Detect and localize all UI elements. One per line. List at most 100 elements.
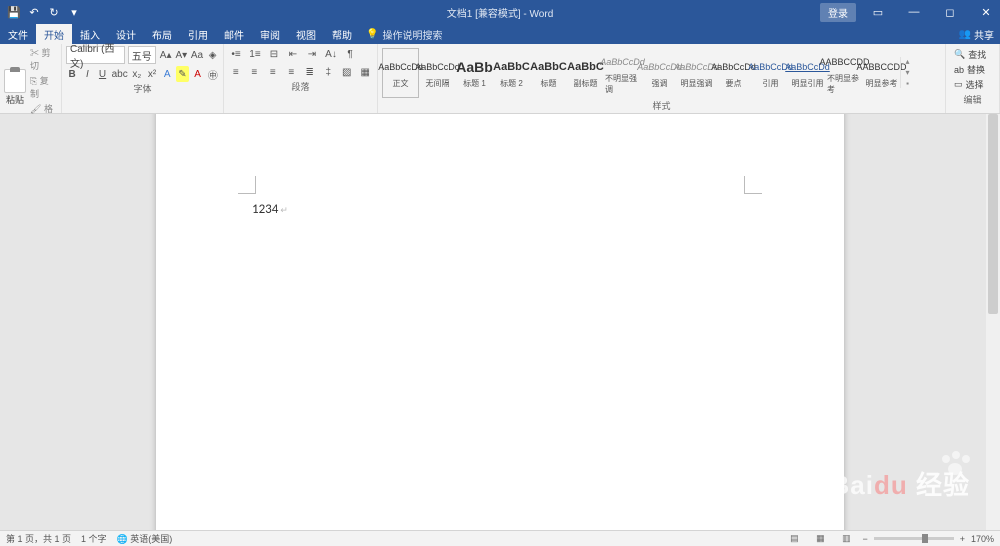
page[interactable]: 1234 (156, 114, 844, 530)
style-item-2[interactable]: AaBb标题 1 (456, 48, 493, 98)
style-item-6[interactable]: AaBbCcDd不明显强调 (604, 48, 641, 98)
highlight-icon[interactable]: ✎ (176, 66, 188, 82)
increase-indent-icon[interactable]: ⇥ (304, 46, 320, 62)
group-styles: AaBbCcDd正文AaBbCcDd无间隔AaBb标题 1AaBbC标题 2Aa… (378, 44, 946, 113)
style-item-9[interactable]: AaBbCcDd要点 (715, 48, 752, 98)
phonetic-guide-icon[interactable]: ㊥ (207, 66, 219, 82)
print-layout-icon[interactable]: ▦ (810, 533, 830, 545)
italic-button[interactable]: I (81, 66, 93, 82)
qat-dropdown-icon[interactable]: ▾ (66, 4, 82, 20)
paste-icon (4, 69, 26, 93)
style-item-1[interactable]: AaBbCcDd无间隔 (419, 48, 456, 98)
tab-review[interactable]: 审阅 (252, 24, 288, 44)
tell-me-search[interactable]: 💡 操作说明搜索 (366, 24, 442, 44)
sort-icon[interactable]: A↓ (323, 46, 339, 62)
tab-file[interactable]: 文件 (0, 24, 36, 44)
share-button[interactable]: 👥 共享 (959, 24, 994, 44)
distributed-icon[interactable]: ≣ (302, 64, 318, 80)
line-spacing-icon[interactable]: ‡ (321, 64, 337, 80)
font-color-icon[interactable]: A (192, 66, 204, 82)
grow-font-icon[interactable]: A▴ (159, 47, 172, 63)
close-icon[interactable]: ✕ (972, 0, 1000, 24)
bold-button[interactable]: B (66, 66, 78, 82)
bullets-icon[interactable]: •≡ (228, 46, 244, 62)
find-button[interactable]: 🔍查找 (954, 48, 991, 61)
copy-button[interactable]: ⎘ 复制 (30, 74, 57, 100)
show-marks-icon[interactable]: ¶ (342, 46, 358, 62)
font-size-combo[interactable]: 五号 (128, 46, 157, 64)
tab-mailings[interactable]: 邮件 (216, 24, 252, 44)
align-left-icon[interactable]: ≡ (228, 64, 244, 80)
superscript-button[interactable]: x² (146, 66, 158, 82)
text-effects-icon[interactable]: A (161, 66, 173, 82)
quick-access-toolbar: 💾 ↶ ↻ ▾ (0, 4, 82, 20)
decrease-indent-icon[interactable]: ⇤ (285, 46, 301, 62)
style-name: 强调 (652, 78, 668, 89)
language-indicator[interactable]: 🌐 英语(美国) (117, 532, 173, 545)
style-name: 正文 (393, 78, 409, 89)
vertical-scrollbar[interactable] (986, 114, 1000, 530)
clear-format-icon[interactable]: ◈ (206, 47, 219, 63)
style-item-5[interactable]: AaBbC副标题 (567, 48, 604, 98)
replace-button[interactable]: ab替换 (954, 63, 991, 76)
style-item-8[interactable]: AaBbCcDd明显强调 (678, 48, 715, 98)
tab-references[interactable]: 引用 (180, 24, 216, 44)
style-item-0[interactable]: AaBbCcDd正文 (382, 48, 419, 98)
borders-icon[interactable]: ▦ (358, 64, 374, 80)
maximize-icon[interactable]: ◻ (936, 0, 964, 24)
group-paragraph: •≡ 1≡ ⊟ ⇤ ⇥ A↓ ¶ ≡ ≡ ≡ ≡ ≣ ‡ ▨ ▦ 段落 (224, 44, 378, 113)
underline-button[interactable]: U (96, 66, 108, 82)
word-count[interactable]: 1 个字 (81, 532, 107, 545)
scroll-thumb[interactable] (988, 114, 998, 314)
document-text[interactable]: 1234 (252, 202, 288, 217)
subscript-button[interactable]: x₂ (131, 66, 143, 82)
zoom-out-icon[interactable]: − (862, 534, 867, 544)
select-icon: ▭ (954, 79, 963, 90)
style-item-4[interactable]: AaBbC标题 (530, 48, 567, 98)
style-name: 无间隔 (426, 78, 450, 89)
cut-button[interactable]: ✂ 剪切 (30, 46, 57, 72)
read-mode-icon[interactable]: ▤ (784, 533, 804, 545)
web-layout-icon[interactable]: ▥ (836, 533, 856, 545)
font-group-label: 字体 (66, 82, 219, 96)
numbering-icon[interactable]: 1≡ (247, 46, 263, 62)
shading-icon[interactable]: ▨ (339, 64, 355, 80)
save-icon[interactable]: 💾 (6, 4, 22, 20)
shrink-font-icon[interactable]: A▾ (175, 47, 188, 63)
change-case-icon[interactable]: Aa (191, 47, 204, 63)
style-preview: AaBbC (530, 56, 567, 78)
paste-button[interactable]: 粘贴 (4, 69, 26, 106)
redo-icon[interactable]: ↻ (46, 4, 62, 20)
multilevel-list-icon[interactable]: ⊟ (266, 46, 282, 62)
style-item-3[interactable]: AaBbC标题 2 (493, 48, 530, 98)
style-preview: AaBbCcDd (415, 56, 460, 78)
styles-more-button[interactable]: ▴ ▾ ▪ (900, 57, 914, 88)
select-button[interactable]: ▭选择 (954, 78, 991, 91)
group-clipboard: 粘贴 ✂ 剪切 ⎘ 复制 🖌 格式刷 剪贴板 (0, 44, 62, 113)
style-name: 明显强调 (681, 78, 713, 89)
zoom-level[interactable]: 170% (971, 534, 994, 544)
align-center-icon[interactable]: ≡ (247, 64, 263, 80)
tab-view[interactable]: 视图 (288, 24, 324, 44)
style-name: 引用 (763, 78, 779, 89)
page-indicator[interactable]: 第 1 页，共 1 页 (6, 532, 71, 545)
zoom-in-icon[interactable]: + (960, 534, 965, 544)
ribbon-display-icon[interactable]: ▭ (864, 0, 892, 24)
align-right-icon[interactable]: ≡ (265, 64, 281, 80)
tab-help[interactable]: 帮助 (324, 24, 360, 44)
font-family-combo[interactable]: Calibri (西文) (66, 46, 125, 64)
style-item-10[interactable]: AaBbCcDd引用 (752, 48, 789, 98)
tab-home[interactable]: 开始 (36, 24, 72, 44)
paste-label: 粘贴 (6, 93, 24, 106)
style-item-13[interactable]: AABBCCDD明显参考 (863, 48, 900, 98)
justify-icon[interactable]: ≡ (284, 64, 300, 80)
undo-icon[interactable]: ↶ (26, 4, 42, 20)
zoom-slider[interactable] (874, 537, 954, 540)
document-area[interactable]: 1234 (0, 114, 1000, 530)
style-item-7[interactable]: AaBbCcDd强调 (641, 48, 678, 98)
strikethrough-button[interactable]: abc (112, 66, 128, 82)
chevron-up-icon: ▴ (905, 57, 909, 66)
tab-layout[interactable]: 布局 (144, 24, 180, 44)
minimize-icon[interactable]: — (900, 0, 928, 24)
login-button[interactable]: 登录 (820, 3, 856, 22)
